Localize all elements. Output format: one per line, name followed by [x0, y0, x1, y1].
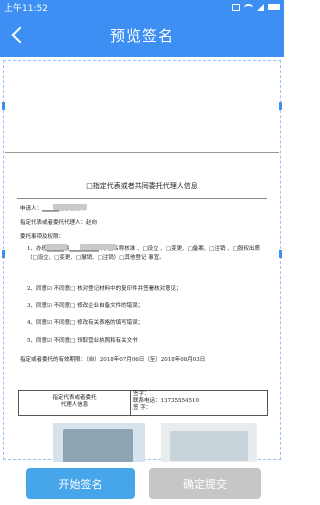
app-screen: 上午11:52 预览签名 □指定代表或者共同委托代理人信息 申请人：▁▁▁▁搬家…: [0, 0, 284, 505]
item-4: 4、同意☑ 不同意□ 修改有关表格的填写错误；: [27, 320, 144, 326]
item-5: 5、同意☑ 不同意□ 领取营业执照和有关文书: [27, 338, 138, 344]
preview-canvas: □指定代表或者共同委托代理人信息 申请人：▁▁▁▁搬家服务部 指定代表或者委托代…: [0, 57, 284, 471]
confirm-submit-button[interactable]: 确定提交: [149, 468, 261, 499]
delegate-info-table: 指定代表或者委托 代理人信息 签字： 联系电话：13735554510 签 字：: [18, 390, 268, 416]
table-left-line2: 代理人信息: [60, 402, 89, 408]
nav-header: 预览签名: [0, 14, 284, 57]
cert-label: 签 字：: [133, 405, 152, 411]
photo-2-screen-glyph: [170, 431, 248, 461]
status-time: 上午11:52: [4, 3, 48, 14]
status-icons: [232, 3, 280, 11]
resize-handle-right-top[interactable]: [279, 102, 282, 110]
start-sign-button[interactable]: 开始签名: [26, 468, 135, 499]
signal-icon: [257, 3, 264, 11]
redacted-company: [80, 244, 116, 250]
back-button[interactable]: [8, 23, 29, 47]
sign-label: 签字：: [133, 391, 150, 397]
chevron-left-icon: [11, 26, 29, 44]
page-title: 预览签名: [109, 27, 174, 45]
item-3: 3、同意☑ 不同意□ 修改企业自备文件的错误；: [27, 303, 144, 309]
redacted-county: [45, 244, 67, 250]
status-bar: 上午11:52: [0, 0, 284, 14]
battery-icon: [268, 4, 280, 10]
bottom-action-bar: 开始签名 确定提交: [0, 462, 284, 505]
phone-line: 联系电话：13735554510: [133, 398, 199, 404]
resize-handle-left-top[interactable]: [2, 102, 5, 110]
wifi-icon: [244, 3, 253, 11]
validity-line: 指定或者委托的有效期限：（自）2018年07月06日（至）2018年08月03日: [20, 357, 206, 363]
items-heading: 委托事项及权限：: [20, 234, 65, 240]
notification-icon: [232, 3, 240, 11]
document-title: □指定代表或者共同委托代理人信息: [86, 182, 198, 190]
redacted-name: [53, 204, 87, 210]
table-left-cell: 指定代表或者委托 代理人信息: [19, 391, 131, 415]
table-right-cell: 签字： 联系电话：13735554510 签 字：: [133, 391, 199, 412]
divider: [17, 198, 267, 199]
delegate-line: 指定代表或者委托代理人：赵向: [20, 220, 98, 226]
table-left-line1: 指定代表或者委托: [52, 395, 97, 401]
photo-1-screen-glyph: [63, 429, 133, 463]
document-preview: □指定代表或者共同委托代理人信息 申请人：▁▁▁▁搬家服务部 指定代表或者委托代…: [5, 152, 279, 471]
item-2: 2、同意☑ 不同意□ 核对登记材料中的复印件并签署核对意见；: [27, 286, 182, 292]
resize-handle-right-mid[interactable]: [279, 250, 282, 258]
